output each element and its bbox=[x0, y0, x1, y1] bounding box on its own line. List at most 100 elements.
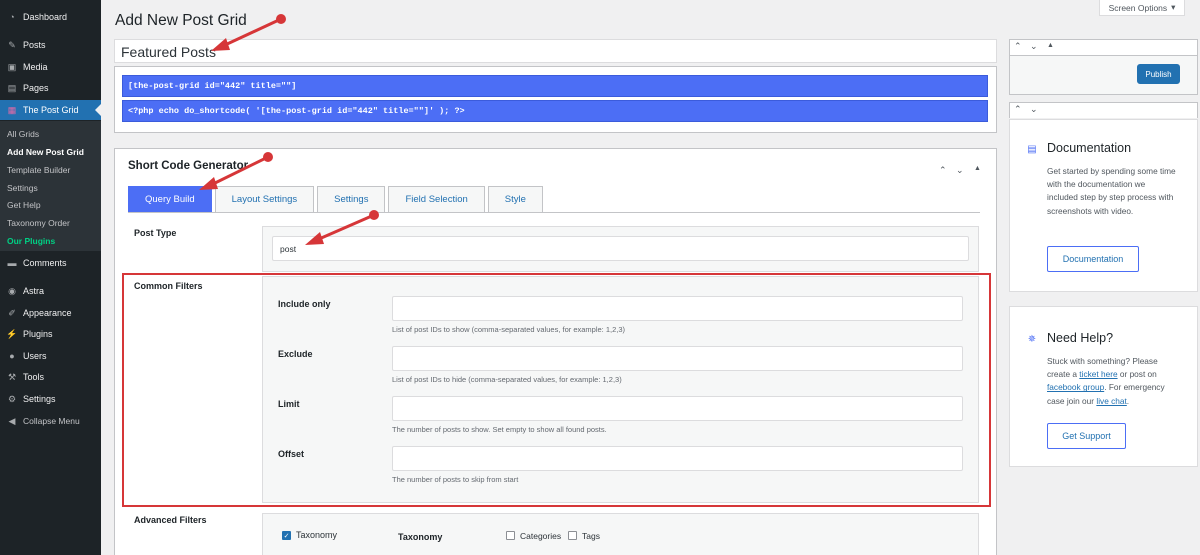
generator-title: Short Code Generator bbox=[128, 160, 249, 172]
publish-button[interactable]: Publish bbox=[1137, 64, 1180, 84]
tab-field-selection[interactable]: Field Selection bbox=[388, 186, 485, 212]
publish-box: Publish bbox=[1009, 55, 1198, 95]
help-text-part: . bbox=[1126, 395, 1130, 406]
post-type-label: Post Type bbox=[134, 228, 177, 238]
documentation-title: Documentation bbox=[1047, 141, 1132, 155]
facebook-group-link[interactable]: facebook group bbox=[1047, 382, 1104, 392]
menu-label: Dashboard bbox=[23, 12, 68, 22]
post-title-value: Featured Posts bbox=[121, 44, 216, 60]
tab-style[interactable]: Style bbox=[487, 186, 543, 212]
move-down-icon[interactable]: ⌄ bbox=[1030, 41, 1038, 52]
tags-label: Tags bbox=[582, 531, 600, 541]
page-title: Add New Post Grid bbox=[115, 12, 247, 29]
menu-comments[interactable]: ▬ Comments bbox=[0, 253, 101, 273]
need-help-card: ✵ Need Help? Stuck with something? Pleas… bbox=[1009, 306, 1198, 467]
tab-settings[interactable]: Settings bbox=[317, 186, 386, 212]
comment-icon: ▬ bbox=[7, 258, 17, 268]
submenu-add-new-post-grid[interactable]: Add New Post Grid bbox=[7, 147, 84, 157]
taxonomy-label: Taxonomy bbox=[398, 532, 443, 542]
annotation-dot bbox=[276, 14, 286, 24]
tab-layout-settings[interactable]: Layout Settings bbox=[214, 186, 315, 212]
menu-tools[interactable]: ⚒ Tools bbox=[0, 367, 101, 387]
tab-divider bbox=[128, 212, 980, 213]
admin-sidebar: ◔ Dashboard ✎ Posts ▣ Media ▤ Pages ▦ The Pos… bbox=[0, 0, 101, 555]
menu-label: Astra bbox=[23, 286, 45, 296]
menu-label: Settings bbox=[23, 394, 56, 404]
submenu-taxonomy-order[interactable]: Taxonomy Order bbox=[7, 218, 70, 228]
menu-media[interactable]: ▣ Media bbox=[0, 57, 101, 77]
screen-options-label: Screen Options bbox=[1108, 2, 1168, 13]
grid-icon: ▦ bbox=[7, 104, 17, 115]
submenu-all-grids[interactable]: All Grids bbox=[7, 129, 39, 139]
move-down-icon[interactable]: ⌄ bbox=[956, 165, 964, 176]
menu-plugins[interactable]: ⚡ Plugins bbox=[0, 324, 101, 344]
move-down-icon[interactable]: ⌄ bbox=[1030, 104, 1038, 115]
collapse-icon: ◀ bbox=[8, 415, 16, 426]
submenu-get-help[interactable]: Get Help bbox=[7, 200, 41, 210]
submenu-our-plugins[interactable]: Our Plugins bbox=[7, 236, 55, 246]
menu-label: Posts bbox=[23, 40, 46, 50]
plug-icon: ⚡ bbox=[6, 328, 18, 339]
need-help-text: Stuck with something? Please create a ti… bbox=[1047, 355, 1177, 408]
menu-label: Users bbox=[23, 351, 47, 361]
toggle-panel-icon[interactable]: ▲ bbox=[974, 165, 981, 172]
tab-query-build[interactable]: Query Build bbox=[128, 186, 212, 212]
screen-options-button[interactable]: Screen Options ▾ bbox=[1099, 0, 1185, 16]
lifebuoy-icon: ✵ bbox=[1027, 333, 1037, 345]
menu-label: Tools bbox=[23, 372, 45, 382]
live-chat-link[interactable]: live chat bbox=[1096, 396, 1126, 406]
categories-label: Categories bbox=[520, 531, 562, 541]
shortcode-box: [the-post-grid id="442" title=""] <?php … bbox=[114, 66, 997, 133]
post-type-wrap: post bbox=[262, 226, 979, 272]
media-icon: ▣ bbox=[7, 61, 17, 72]
shortcode-text[interactable]: [the-post-grid id="442" title=""] bbox=[122, 75, 988, 97]
settings-icon: ⚙ bbox=[7, 393, 17, 404]
menu-astra[interactable]: ◉ Astra bbox=[0, 281, 101, 301]
documentation-text: Get started by spending some time with t… bbox=[1047, 166, 1176, 216]
menu-posts[interactable]: ✎ Posts bbox=[0, 35, 101, 55]
submenu-settings[interactable]: Settings bbox=[7, 183, 38, 193]
menu-label: The Post Grid bbox=[23, 105, 79, 115]
need-help-title: Need Help? bbox=[1047, 331, 1114, 345]
move-up-icon[interactable]: ⌃ bbox=[939, 165, 947, 176]
wrench-icon: ⚒ bbox=[7, 371, 17, 382]
tags-checkbox[interactable] bbox=[568, 531, 577, 540]
help-text-part: or post on bbox=[1117, 369, 1157, 380]
move-up-icon[interactable]: ⌃ bbox=[1014, 104, 1022, 115]
pin-icon: ✎ bbox=[8, 39, 16, 50]
menu-appearance[interactable]: ✐ Appearance bbox=[0, 303, 101, 323]
php-shortcode-text[interactable]: <?php echo do_shortcode( '[the-post-grid… bbox=[122, 100, 988, 122]
ticket-link[interactable]: ticket here bbox=[1079, 369, 1117, 379]
menu-label: Collapse Menu bbox=[23, 416, 80, 426]
toggle-panel-icon[interactable]: ▲ bbox=[1047, 42, 1054, 49]
document-icon: ▤ bbox=[1027, 143, 1037, 155]
menu-dashboard[interactable]: ◔ Dashboard bbox=[0, 7, 101, 27]
documentation-card: ▤ Documentation Get started by spending … bbox=[1009, 119, 1198, 292]
taxonomy-checkbox[interactable]: ✓ bbox=[282, 531, 291, 540]
taxonomy-checkbox-label: Taxonomy bbox=[296, 530, 338, 540]
submenu-template-builder[interactable]: Template Builder bbox=[7, 165, 70, 175]
menu-settings[interactable]: ⚙ Settings bbox=[0, 389, 101, 409]
documentation-button[interactable]: Documentation bbox=[1047, 246, 1139, 272]
menu-collapse[interactable]: ◀ Collapse Menu bbox=[0, 411, 101, 431]
side-box-header: ⌃ ⌄ bbox=[1009, 102, 1198, 118]
user-icon: ● bbox=[9, 351, 15, 361]
advanced-filters-label: Advanced Filters bbox=[134, 515, 207, 525]
post-type-select[interactable]: post bbox=[272, 236, 969, 261]
menu-label: Pages bbox=[23, 83, 49, 93]
menu-the-post-grid[interactable]: ▦ The Post Grid bbox=[0, 100, 101, 120]
highlight-rectangle bbox=[122, 273, 991, 507]
menu-users[interactable]: ● Users bbox=[0, 346, 101, 366]
caret-down-icon: ▾ bbox=[1171, 2, 1176, 12]
categories-checkbox[interactable] bbox=[506, 531, 515, 540]
post-title-field[interactable]: Featured Posts bbox=[114, 39, 997, 63]
get-support-button[interactable]: Get Support bbox=[1047, 423, 1126, 449]
menu-label: Media bbox=[23, 62, 48, 72]
advanced-filters-wrap: ✓ Taxonomy Taxonomy Categories Tags bbox=[262, 513, 979, 555]
publish-box-header: ⌃ ⌄ ▲ bbox=[1009, 39, 1198, 55]
brush-icon: ✐ bbox=[8, 307, 16, 318]
active-menu-notch bbox=[95, 104, 101, 116]
move-up-icon[interactable]: ⌃ bbox=[1014, 41, 1022, 52]
page-icon: ▤ bbox=[7, 82, 17, 93]
menu-pages[interactable]: ▤ Pages bbox=[0, 78, 101, 98]
